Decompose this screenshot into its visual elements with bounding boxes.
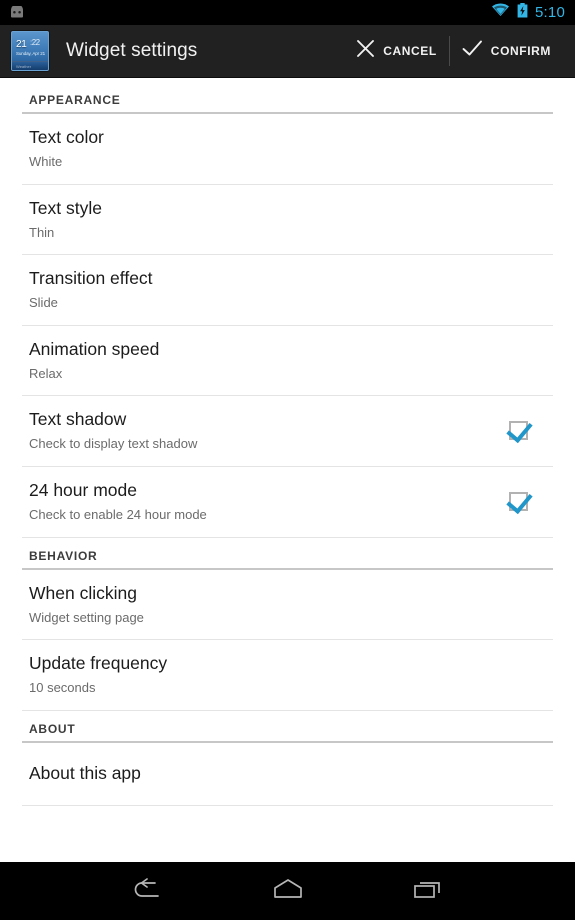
settings-row[interactable]: Update frequency 10 seconds: [0, 640, 575, 710]
wifi-icon: [491, 3, 510, 22]
navigation-bar: [0, 862, 575, 920]
settings-row-title: Animation speed: [29, 338, 160, 359]
confirm-button-label: CONFIRM: [490, 44, 551, 58]
settings-row-text: Animation speed Relax: [29, 339, 553, 382]
settings-row-summary: Slide: [29, 295, 58, 311]
android-robot-icon: [8, 4, 26, 19]
battery-charging-icon: [517, 2, 528, 23]
confirm-button[interactable]: CONFIRM: [450, 25, 563, 77]
close-icon: [356, 39, 375, 63]
widget-preview-strip-label: Weather: [16, 64, 32, 69]
settings-row-summary: White: [29, 154, 63, 169]
settings-row-text: 24 hour mode Check to enable 24 hour mode: [29, 480, 509, 523]
settings-row-text: Text style Thin: [29, 198, 553, 241]
settings-row-text: Text shadow Check to display text shadow: [29, 409, 509, 452]
row-divider: [22, 804, 553, 806]
settings-row[interactable]: Animation speed Relax: [0, 326, 575, 396]
settings-row[interactable]: 24 hour mode Check to enable 24 hour mode: [0, 467, 575, 537]
settings-row[interactable]: Transition effect Slide: [0, 255, 575, 325]
home-icon: [271, 878, 305, 905]
settings-row-title: Update frequency: [29, 653, 168, 674]
android-screen: 5:10 21 :22 Sunday, Apr 21 Weather Widge…: [0, 0, 575, 920]
status-bar-notifications: [8, 4, 26, 19]
page-title: Widget settings: [66, 40, 198, 61]
status-bar: 5:10: [0, 0, 575, 25]
settings-row-text: Text color White: [29, 127, 553, 170]
recents-icon: [413, 878, 443, 905]
status-bar-system-icons: 5:10: [491, 2, 565, 23]
settings-row-title: Text style: [29, 197, 102, 218]
settings-row-title: Text color: [29, 127, 104, 147]
settings-row[interactable]: When clicking Widget setting page: [0, 570, 575, 640]
settings-row-text: About this app: [29, 763, 553, 784]
settings-row-text: Update frequency 10 seconds: [29, 653, 553, 696]
check-icon: [462, 39, 483, 63]
settings-row-checkbox[interactable]: [509, 421, 528, 441]
settings-row[interactable]: About this app: [0, 743, 575, 805]
settings-row-summary: 10 seconds: [29, 680, 96, 696]
settings-row[interactable]: Text style Thin: [0, 185, 575, 255]
settings-row-title: Text shadow: [29, 409, 127, 430]
back-icon: [132, 877, 164, 905]
settings-row-title: Transition effect: [29, 268, 153, 289]
settings-row-summary: Widget setting page: [29, 609, 144, 625]
section-header: APPEARANCE: [29, 93, 121, 107]
section-header: BEHAVIOR: [29, 548, 98, 563]
widget-preview-minutes: :22: [30, 38, 40, 47]
settings-row[interactable]: Text color White: [0, 114, 575, 184]
settings-row-title: About this app: [29, 762, 141, 783]
settings-row-title: 24 hour mode: [29, 479, 137, 500]
settings-row-title: When clicking: [29, 582, 137, 603]
cancel-button[interactable]: CANCEL: [344, 25, 449, 77]
home-button[interactable]: [261, 870, 315, 912]
widget-preview-date: Sunday, Apr 21: [16, 51, 46, 56]
action-bar-buttons: CANCEL CONFIRM: [344, 25, 563, 77]
settings-list[interactable]: APPEARANCE Text color White Text style Thin T…: [0, 78, 575, 834]
widget-preview-hour: 21: [16, 39, 27, 50]
settings-row-summary: Check to display text shadow: [29, 436, 198, 452]
settings-row-summary: Check to enable 24 hour mode: [29, 506, 207, 522]
settings-row-text: When clicking Widget setting page: [29, 583, 553, 626]
section-header: ABOUT: [29, 721, 76, 736]
settings-row-text: Transition effect Slide: [29, 268, 553, 311]
status-bar-clock: 5:10: [535, 4, 565, 21]
action-bar: 21 :22 Sunday, Apr 21 Weather Widget set…: [0, 25, 575, 78]
widget-preview-icon: 21 :22 Sunday, Apr 21 Weather: [11, 31, 49, 71]
settings-row-summary: Relax: [29, 365, 63, 381]
recents-button[interactable]: [401, 870, 455, 912]
back-button[interactable]: [121, 870, 175, 912]
cancel-button-label: CANCEL: [383, 44, 437, 58]
settings-row-summary: Thin: [29, 224, 55, 240]
settings-row-checkbox[interactable]: [509, 491, 528, 511]
settings-row[interactable]: Text shadow Check to display text shadow: [0, 396, 575, 466]
list-empty-space: [0, 833, 575, 862]
